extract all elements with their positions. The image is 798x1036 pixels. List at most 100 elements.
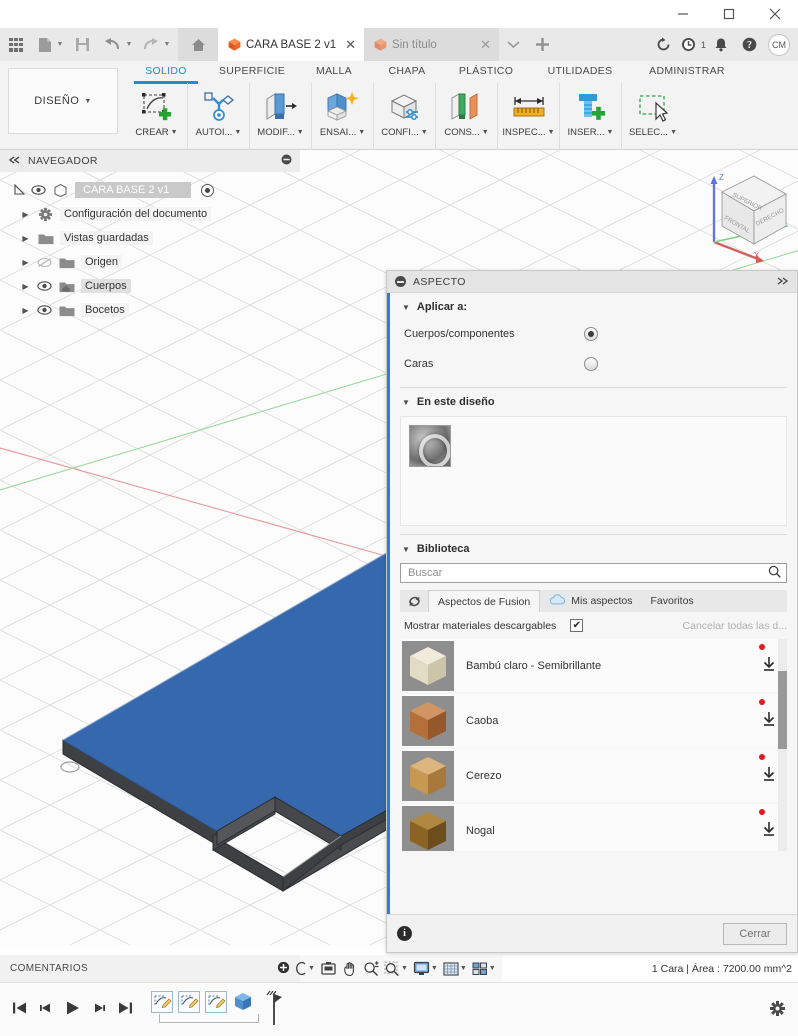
in-design-section-header[interactable]: ▼ En este diseño [390,388,797,414]
user-avatar[interactable]: CM [768,33,790,56]
document-tab-close-icon[interactable]: ✕ [345,37,356,53]
download-icon[interactable] [761,766,777,785]
jump-start-button[interactable] [12,1001,27,1018]
orbit-icon[interactable]: ▼ [294,962,317,975]
apply-faces-radio[interactable] [584,357,598,371]
timeline-sketch-feature[interactable] [205,991,227,1013]
add-comment-icon[interactable] [277,961,290,977]
panel-modificar[interactable]: MODIF... ▼ [250,83,312,150]
panel-configurar[interactable]: CONFI... ▼ [374,83,436,150]
timeline-end-marker[interactable] [261,990,283,1028]
expand-triangle-icon[interactable]: ▶ [20,210,31,219]
close-button[interactable]: Cerrar [723,922,787,945]
ribbon-tab-administrar[interactable]: ADMINISTRAR [632,61,742,83]
grid-snaps-icon[interactable]: ▼ [441,961,469,976]
ribbon-tab-utilidades[interactable]: UTILIDADES [528,61,632,83]
navigator-collapse-icon[interactable] [281,154,292,168]
panel-crear[interactable]: CREAR ▼ [126,83,188,150]
redo-caret-icon[interactable]: ▼ [162,28,172,61]
display-settings-icon[interactable]: ▼ [411,961,440,976]
expand-triangle-icon[interactable]: ▶ [20,306,31,315]
apply-option-faces[interactable]: Caras [390,349,797,379]
cancel-all-downloads-button[interactable]: Cancelar todas las d... [683,620,787,632]
window-close-button[interactable] [752,0,798,28]
workspace-selector[interactable]: DISEÑO ▼ [8,68,118,134]
timeline-settings-gear-icon[interactable] [769,1000,786,1020]
window-maximize-button[interactable] [706,0,752,28]
ribbon-tab-malla[interactable]: MALLA [298,61,370,83]
home-button[interactable] [178,28,218,61]
expand-triangle-icon[interactable]: ▶ [20,258,31,267]
job-status-icon[interactable] [678,28,700,61]
tree-root-row[interactable]: CARA BASE 2 v1 [0,178,300,202]
panel-automatizar[interactable]: AUTOI... ▼ [188,83,250,150]
panel-seleccionar[interactable]: SELEC... ▼ [622,83,684,150]
search-input[interactable] [406,566,768,580]
material-list-item[interactable]: Caoba [402,694,787,747]
material-list-item[interactable]: Nogal [402,804,787,851]
save-icon[interactable] [72,28,93,61]
jump-end-button[interactable] [118,1001,133,1018]
visibility-eye-icon[interactable] [37,305,52,315]
ribbon-tab-superficie[interactable]: SUPERFICIE [206,61,298,83]
info-icon[interactable]: i [397,926,412,941]
panel-construir[interactable]: CONS... ▼ [436,83,498,150]
app-grid-icon[interactable] [0,28,26,61]
material-list[interactable]: Bambú claro - Semibrillante Caoba Cerezo… [402,639,787,851]
in-design-swatch-list[interactable] [400,416,787,526]
library-tab-mis-aspectos[interactable]: Mis aspectos [540,590,641,612]
timeline-sketch-feature[interactable] [151,991,173,1013]
expand-triangle-icon[interactable] [14,183,26,197]
expand-triangle-icon[interactable]: ▶ [20,282,31,291]
help-icon[interactable]: ? [735,28,764,61]
ribbon-tab-solido[interactable]: SOLIDO [126,61,206,84]
step-back-button[interactable] [39,1001,53,1018]
tree-item-origen[interactable]: ▶ Origen [0,250,300,274]
pan-hand-icon[interactable] [340,961,360,977]
undo-icon[interactable] [101,28,124,61]
material-list-scrollbar[interactable] [778,639,787,851]
view-cube[interactable]: Z X SUPERIOR FRONTAL DERECHO [692,164,792,264]
zoom-icon[interactable] [361,960,381,977]
apply-to-section-header[interactable]: ▼ Aplicar a: [390,293,797,319]
search-icon[interactable] [768,565,781,581]
material-list-item[interactable]: Cerezo [402,749,787,802]
undo-caret-icon[interactable]: ▼ [124,28,134,61]
refresh-icon[interactable] [649,28,678,61]
notifications-bell-icon[interactable] [706,28,735,61]
material-list-item[interactable]: Bambú claro - Semibrillante [402,639,787,692]
tree-item-vistas-guardadas[interactable]: ▶ Vistas guardadas [0,226,300,250]
ribbon-tab-plastico[interactable]: PLÁSTICO [444,61,528,83]
panel-insertar[interactable]: INSER... ▼ [560,83,622,150]
document-tab-0[interactable]: CARA BASE 2 v1 ✕ [218,28,365,61]
panel-ensamblar[interactable]: ENSAI... ▼ [312,83,374,150]
scrollbar-thumb[interactable] [778,671,787,749]
play-button[interactable] [65,1000,80,1019]
dock-right-icon[interactable] [775,276,789,287]
visibility-eye-off-icon[interactable] [37,257,52,268]
tree-item-configuracion[interactable]: ▶ Configuración del documento [0,202,300,226]
download-icon[interactable] [761,656,777,675]
redo-icon[interactable] [139,28,162,61]
visibility-eye-icon[interactable] [37,281,52,291]
library-section-header[interactable]: ▼ Biblioteca [390,535,797,561]
visibility-eye-icon[interactable] [31,185,46,195]
new-file-caret-icon[interactable]: ▼ [55,28,65,61]
apply-bodies-radio[interactable] [584,327,598,341]
collapse-left-icon[interactable] [8,155,21,167]
show-downloadable-checkbox[interactable]: ✔ [570,619,584,632]
timeline-sketch-feature[interactable] [178,991,200,1013]
collapse-dot-icon[interactable] [395,276,406,287]
viewports-icon[interactable]: ▼ [470,962,498,976]
appearance-dialog-title-bar[interactable]: ASPECTO [387,271,797,293]
look-at-icon[interactable] [318,961,339,976]
download-icon[interactable] [761,821,777,840]
timeline-extrude-feature[interactable] [232,991,254,1013]
window-minimize-button[interactable] [660,0,706,28]
tab-overflow-caret-icon[interactable] [499,28,528,61]
activate-component-radio[interactable] [201,183,215,197]
appearance-swatch[interactable] [409,425,451,467]
document-tab-close-icon[interactable]: ✕ [480,37,491,53]
new-tab-plus-icon[interactable] [528,28,557,61]
comments-bar[interactable]: COMENTARIOS [0,955,300,982]
